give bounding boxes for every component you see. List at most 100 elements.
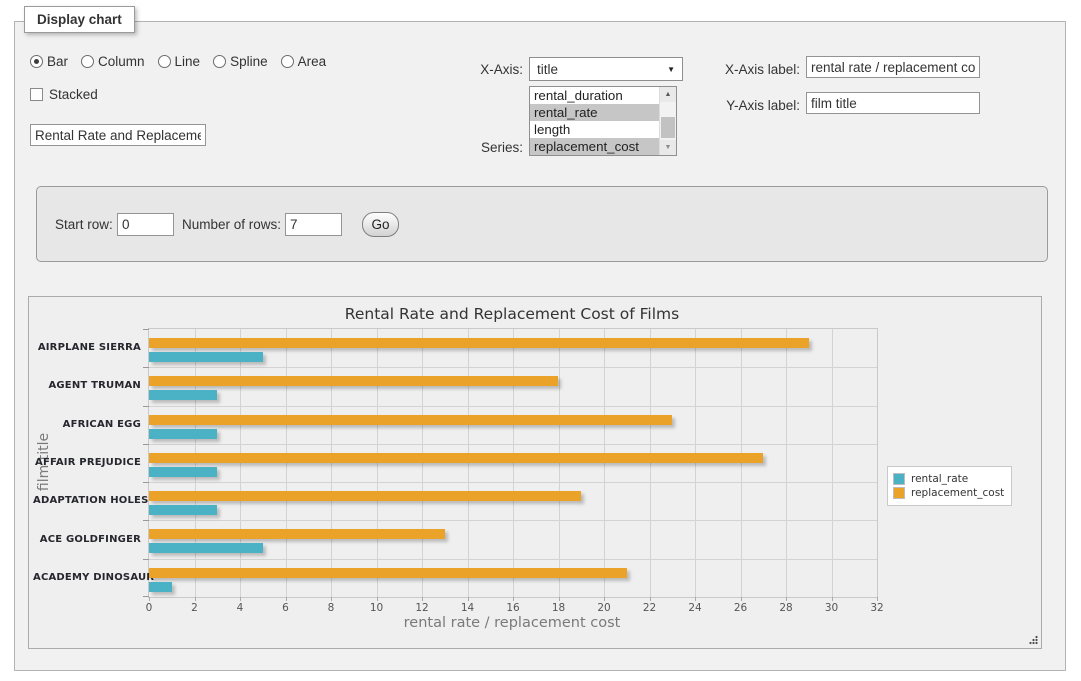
listbox-scrollbar[interactable]: ▲ ▼ (659, 87, 676, 155)
series-options: rental_durationrental_ratelengthreplacem… (530, 87, 659, 155)
app-page: Display chart Bar Column Line Spline Area St… (0, 0, 1081, 681)
bar-replacement_cost (149, 376, 558, 386)
bar-rental_rate (149, 505, 217, 515)
x-tick-label: 2 (180, 602, 210, 614)
start-row-input[interactable] (117, 213, 174, 236)
scroll-up-button[interactable]: ▲ (660, 87, 676, 102)
x-axis-tick (331, 597, 332, 601)
series-option-rental_rate[interactable]: rental_rate (530, 104, 659, 121)
x-tick-label: 4 (225, 602, 255, 614)
chart-legend: rental_ratereplacement_cost (887, 466, 1012, 506)
x-axis-label-field-label: X-Axis label: (690, 62, 800, 77)
chart-type-radio-line[interactable]: Line (158, 54, 201, 69)
bar-replacement_cost (149, 491, 581, 501)
radio-icon[interactable] (81, 55, 94, 68)
radio-label: Column (98, 54, 145, 69)
y-axis-tick (143, 482, 149, 483)
radio-label: Area (298, 54, 327, 69)
fieldset-legend: Display chart (24, 6, 135, 33)
bar-rental_rate (149, 352, 263, 362)
x-axis-select[interactable]: title ▼ (529, 57, 683, 81)
bar-rental_rate (149, 543, 263, 553)
chart-title: Rental Rate and Replacement Cost of Film… (148, 305, 876, 323)
y-axis-label-input[interactable] (806, 92, 980, 114)
scroll-down-button[interactable]: ▼ (660, 140, 676, 155)
radio-icon[interactable] (158, 55, 171, 68)
x-tick-label: 22 (635, 602, 665, 614)
scrollbar-thumb[interactable] (661, 117, 675, 138)
gridline-vertical (741, 329, 742, 597)
gridline-vertical (513, 329, 514, 597)
x-tick-label: 18 (544, 602, 574, 614)
x-axis-tick (240, 597, 241, 601)
y-axis-tick (143, 367, 149, 368)
x-tick-label: 6 (271, 602, 301, 614)
radio-icon[interactable] (281, 55, 294, 68)
chart-type-radio-column[interactable]: Column (81, 54, 145, 69)
chart-title-input[interactable] (30, 124, 206, 146)
stacked-checkbox[interactable] (30, 88, 43, 101)
x-axis-tick (832, 597, 833, 601)
gridline-horizontal (149, 520, 877, 521)
chart-type-radio-spline[interactable]: Spline (213, 54, 268, 69)
x-tick-label: 26 (726, 602, 756, 614)
x-axis-tick (695, 597, 696, 601)
x-tick-label: 8 (316, 602, 346, 614)
radio-icon[interactable] (30, 55, 43, 68)
y-category-label: AFRICAN EGG (33, 419, 141, 430)
chart-type-radio-area[interactable]: Area (281, 54, 327, 69)
bar-replacement_cost (149, 529, 445, 539)
go-button[interactable]: Go (362, 212, 399, 237)
chart-type-radio-group: Bar Column Line Spline Area (30, 54, 326, 69)
x-tick-label: 32 (862, 602, 892, 614)
x-axis-tick (513, 597, 514, 601)
plot-area: 02468101214161820222426283032AIRPLANE SI… (148, 328, 878, 598)
gridline-vertical (331, 329, 332, 597)
y-axis-tick (143, 406, 149, 407)
radio-icon[interactable] (213, 55, 226, 68)
radio-label: Line (175, 54, 201, 69)
series-option-replacement_cost[interactable]: replacement_cost (530, 138, 659, 155)
x-axis-label-input[interactable] (806, 56, 980, 78)
x-tick-label: 12 (407, 602, 437, 614)
y-category-label: AGENT TRUMAN (33, 380, 141, 391)
number-of-rows-input[interactable] (285, 213, 342, 236)
rows-panel: Start row: Number of rows: Go (36, 186, 1048, 262)
gridline-vertical (377, 329, 378, 597)
x-axis-select-label: X-Axis: (440, 62, 523, 77)
radio-label: Spline (230, 54, 268, 69)
legend-entry-rental_rate: rental_rate (893, 473, 1004, 485)
series-listbox-label: Series: (440, 140, 523, 155)
x-tick-label: 10 (362, 602, 392, 614)
x-axis-tick (604, 597, 605, 601)
legend-swatch (893, 487, 905, 499)
x-axis-tick (650, 597, 651, 601)
x-tick-label: 14 (453, 602, 483, 614)
series-listbox[interactable]: rental_durationrental_ratelengthreplacem… (529, 86, 677, 156)
x-tick-label: 28 (771, 602, 801, 614)
resize-grip-icon[interactable] (1027, 634, 1039, 646)
y-category-label: AIRPLANE SIERRA (33, 342, 141, 353)
gridline-vertical (650, 329, 651, 597)
series-option-length[interactable]: length (530, 121, 659, 138)
x-axis-tick (149, 597, 150, 601)
x-axis-tick (286, 597, 287, 601)
series-option-rental_duration[interactable]: rental_duration (530, 87, 659, 104)
stacked-checkbox-row[interactable]: Stacked (30, 87, 98, 102)
y-category-label: AFFAIR PREJUDICE (33, 457, 141, 468)
chevron-down-icon: ▼ (667, 65, 675, 74)
x-tick-label: 20 (589, 602, 619, 614)
x-axis-tick (468, 597, 469, 601)
gridline-vertical (468, 329, 469, 597)
gridline-vertical (422, 329, 423, 597)
gridline-vertical (195, 329, 196, 597)
x-axis-tick (195, 597, 196, 601)
number-of-rows-label: Number of rows: (182, 217, 281, 232)
chart-type-radio-bar[interactable]: Bar (30, 54, 68, 69)
gridline-vertical (559, 329, 560, 597)
bar-rental_rate (149, 467, 217, 477)
bar-replacement_cost (149, 338, 809, 348)
x-tick-label: 30 (817, 602, 847, 614)
gridline-vertical (786, 329, 787, 597)
y-axis-tick (143, 444, 149, 445)
